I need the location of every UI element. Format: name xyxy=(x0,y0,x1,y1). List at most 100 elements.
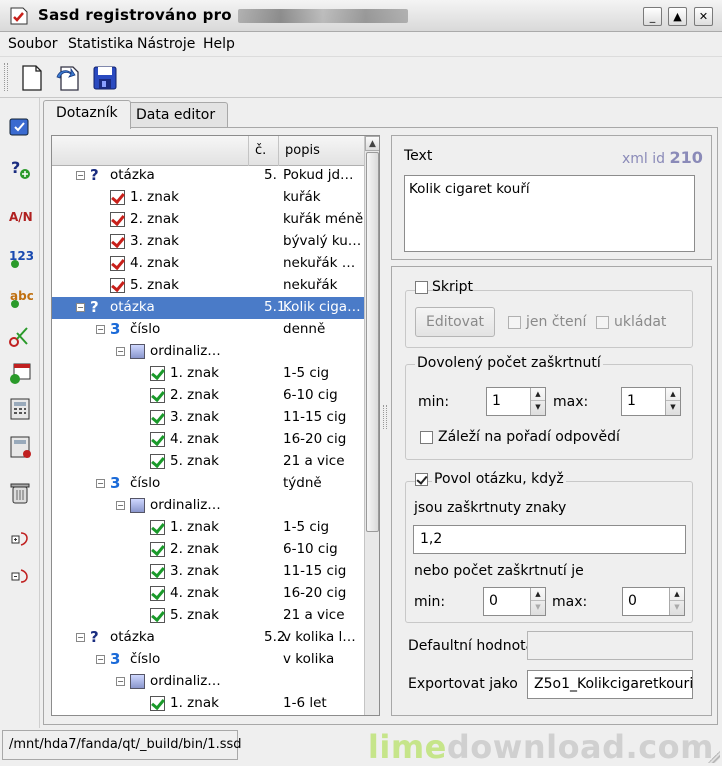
scroll-thumb[interactable] xyxy=(366,152,379,532)
calculator-icon[interactable] xyxy=(7,396,33,422)
text-label: Text xyxy=(404,148,433,164)
scissors-icon[interactable] xyxy=(7,323,33,349)
splitter-grip[interactable] xyxy=(383,405,387,429)
text-answer-icon[interactable]: A/N xyxy=(7,203,33,229)
column-header-number[interactable]: č. xyxy=(248,136,278,166)
tree-row[interactable]: 3. znak 11-15 cig xyxy=(52,407,364,429)
min-spinbox[interactable]: 1 ▲ ▼ xyxy=(486,387,546,416)
tab-data-editor[interactable]: Data editor xyxy=(123,102,229,128)
menu-help[interactable]: Help xyxy=(203,36,235,52)
tree-item-label: otázka xyxy=(110,167,155,183)
tree-row[interactable]: 1. znak 1-6 let xyxy=(52,693,364,715)
spin-down-icon[interactable]: ▼ xyxy=(531,401,545,414)
tree-expander[interactable]: − xyxy=(76,633,85,642)
spin-down-icon[interactable]: ▼ xyxy=(670,601,684,614)
checked-label: jsou zaškrtnuty znaky xyxy=(414,500,567,516)
close-button[interactable]: ✕ xyxy=(694,7,713,26)
tree-expander[interactable]: − xyxy=(116,501,125,510)
column-header-popis[interactable]: popis xyxy=(278,136,364,166)
tree-row[interactable]: 5. znak 21 a vice xyxy=(52,451,364,473)
save-checkbox[interactable] xyxy=(596,316,609,329)
calculator-add-icon[interactable] xyxy=(7,434,33,460)
question-text-area[interactable]: Kolik cigaret kouří xyxy=(404,175,695,252)
script-label: Skript xyxy=(432,279,474,295)
max-spinbox[interactable]: 1 ▲ ▼ xyxy=(621,387,681,416)
move-up-icon[interactable] xyxy=(7,563,33,589)
spin-down-icon[interactable]: ▼ xyxy=(531,601,545,614)
menu-soubor[interactable]: Soubor xyxy=(8,36,58,52)
tree-item-label: 3. znak xyxy=(170,409,219,425)
spin-down-icon[interactable]: ▼ xyxy=(666,401,680,414)
tree-row[interactable]: −3 číslo týdně xyxy=(52,473,364,495)
tree-row[interactable]: 5. znak 21 a vice xyxy=(52,605,364,627)
tree-item-label: otázka xyxy=(110,629,155,645)
trash-icon[interactable] xyxy=(7,480,33,506)
tree-row[interactable]: −? otázka 5.1. Kolik ciga… xyxy=(52,297,364,319)
tree-row[interactable]: 3. znak bývalý ku… xyxy=(52,231,364,253)
tree-row[interactable]: 4. znak nekuřák … xyxy=(52,253,364,275)
edit-script-button[interactable]: Editovat xyxy=(415,307,495,337)
order-checkbox[interactable] xyxy=(420,431,433,444)
tree-row[interactable]: 4. znak 16-20 cig xyxy=(52,429,364,451)
spin-up-icon[interactable]: ▲ xyxy=(531,588,545,601)
resize-grip[interactable] xyxy=(708,751,720,763)
spin-up-icon[interactable]: ▲ xyxy=(666,388,680,401)
enable-max-spinbox[interactable]: 0 ▲ ▼ xyxy=(622,587,685,616)
tree-expander[interactable]: − xyxy=(96,479,105,488)
tree-expander[interactable]: − xyxy=(116,677,125,686)
question-tree[interactable]: č. popis −? otázka 5. Pokud jd… 1. znak kuřák… xyxy=(51,135,380,716)
tree-expander[interactable]: − xyxy=(116,347,125,356)
tree-expander[interactable]: − xyxy=(96,655,105,664)
tree-expander[interactable]: − xyxy=(76,303,85,312)
watermark: limedownload.com xyxy=(367,728,714,766)
scroll-up-arrow[interactable]: ▲ xyxy=(365,136,379,151)
tree-expander[interactable]: − xyxy=(96,325,105,334)
tree-row[interactable]: 5. znak nekuřák xyxy=(52,275,364,297)
readonly-checkbox[interactable] xyxy=(508,316,521,329)
tree-row[interactable]: 2. znak 6-10 cig xyxy=(52,539,364,561)
maximize-button[interactable]: ▲ xyxy=(668,7,687,26)
export-name-input[interactable]: Z5o1_Kolikcigaretkouri xyxy=(527,670,693,699)
new-document-icon[interactable] xyxy=(17,63,47,93)
tree-row[interactable]: −? otázka 5. Pokud jd… xyxy=(52,165,364,187)
enable-checkbox[interactable] xyxy=(415,473,428,486)
tree-row[interactable]: 1. znak 1-5 cig xyxy=(52,363,364,385)
tab-dotaznik[interactable]: Dotazník xyxy=(43,100,131,129)
tree-item-label: 5. znak xyxy=(130,277,179,293)
script-checkbox[interactable] xyxy=(415,281,428,294)
calendar-icon[interactable] xyxy=(7,360,33,386)
tree-row[interactable]: 1. znak kuřák xyxy=(52,187,364,209)
open-icon[interactable] xyxy=(53,63,83,93)
tree-row[interactable]: − ordinaliz… xyxy=(52,671,364,693)
spin-up-icon[interactable]: ▲ xyxy=(670,588,684,601)
tree-row[interactable]: −3 číslo denně xyxy=(52,319,364,341)
tree-row[interactable]: 2. znak kuřák méně xyxy=(52,209,364,231)
tree-item-label: 3. znak xyxy=(170,563,219,579)
minimize-button[interactable]: _ xyxy=(643,7,662,26)
checked-values-input[interactable]: 1,2 xyxy=(413,525,686,554)
tree-expander[interactable]: − xyxy=(76,171,85,180)
panel-splitter[interactable] xyxy=(381,135,389,716)
menu-nastroje[interactable]: Nástroje xyxy=(137,36,195,52)
tree-scrollbar[interactable]: ▲ xyxy=(364,136,379,715)
tree-row[interactable]: − ordinaliz… xyxy=(52,495,364,517)
tree-row[interactable]: 4. znak 16-20 cig xyxy=(52,583,364,605)
tree-row[interactable]: −? otázka 5.2. v kolika l… xyxy=(52,627,364,649)
enable-min-spinbox[interactable]: 0 ▲ ▼ xyxy=(483,587,546,616)
question-add-icon[interactable]: ? xyxy=(7,156,33,182)
save-icon[interactable] xyxy=(90,63,120,93)
tree-row[interactable]: 2. znak 6-10 cig xyxy=(52,385,364,407)
tree-row[interactable]: −3 číslo v kolika xyxy=(52,649,364,671)
tree-row[interactable]: 3. znak 11-15 cig xyxy=(52,561,364,583)
question-icon[interactable] xyxy=(7,114,33,140)
move-down-icon[interactable] xyxy=(7,526,33,552)
menu-statistika[interactable]: Statistika xyxy=(68,36,133,52)
spin-up-icon[interactable]: ▲ xyxy=(531,388,545,401)
toolbar-handle[interactable] xyxy=(4,63,8,91)
tree-row[interactable]: − ordinaliz… xyxy=(52,341,364,363)
abc-answer-icon[interactable]: abc xyxy=(7,283,33,309)
tree-row[interactable]: 1. znak 1-5 cig xyxy=(52,517,364,539)
number-answer-icon[interactable]: 123 xyxy=(7,243,33,269)
column-header-tree[interactable] xyxy=(52,136,248,166)
default-value-input[interactable] xyxy=(527,631,693,660)
